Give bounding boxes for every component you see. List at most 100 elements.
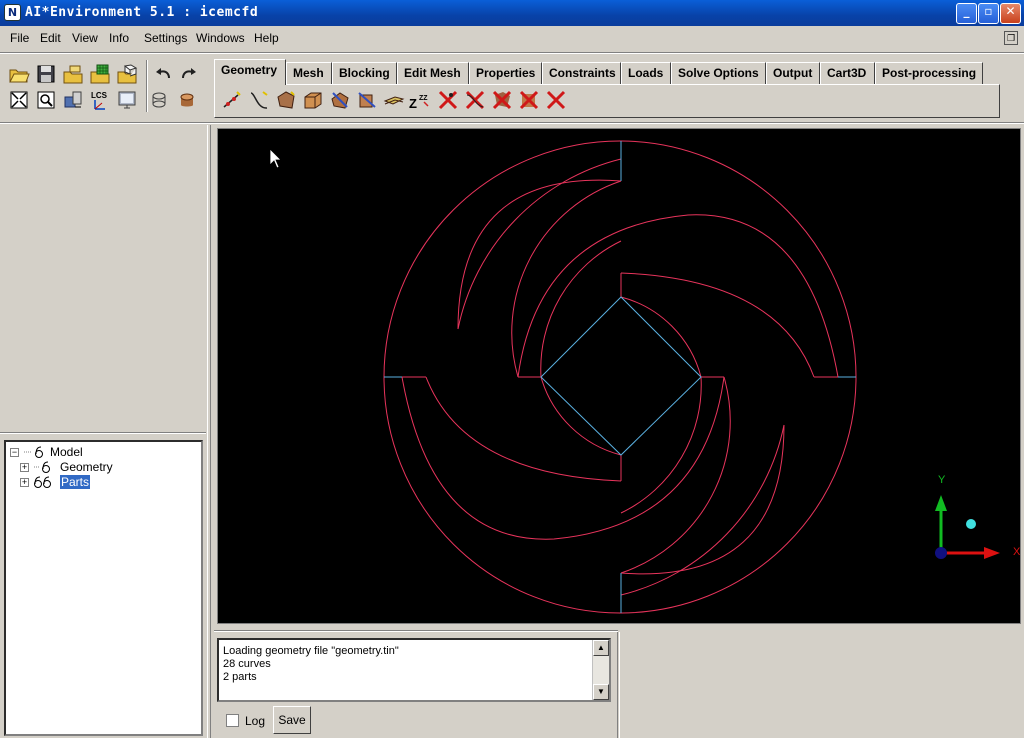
delete-surface-icon[interactable] (491, 89, 513, 111)
boundary-curves (384, 141, 856, 613)
menu-windows[interactable]: Windows (196, 31, 245, 45)
open-geometry-icon[interactable] (62, 63, 84, 85)
curve (425, 376, 622, 482)
tab-post-processing[interactable]: Post-processing (875, 62, 983, 84)
tree-label-geometry: Geometry (60, 460, 113, 474)
mouse-cursor (269, 148, 282, 169)
svg-text:ZZ: ZZ (419, 95, 428, 102)
maximize-button[interactable]: ▫ (978, 3, 999, 24)
create-body-icon[interactable] (302, 89, 324, 111)
save-button[interactable]: Save (273, 706, 311, 734)
repair-geometry-icon[interactable] (329, 89, 351, 111)
axis-y-label: Y (938, 474, 946, 486)
transform-geometry-icon[interactable] (356, 89, 378, 111)
curve (620, 376, 857, 614)
tab-loads[interactable]: Loads (621, 62, 671, 84)
app-icon: N (4, 4, 21, 21)
tab-edit-mesh[interactable]: Edit Mesh (397, 62, 469, 84)
screen-icon[interactable] (116, 89, 138, 111)
close-button[interactable]: ✕ (1000, 3, 1021, 24)
fit-window-icon[interactable] (8, 89, 30, 111)
eye-icon[interactable] (22, 445, 46, 459)
tab-output[interactable]: Output (766, 62, 820, 84)
curve (620, 376, 702, 514)
message-window: Loading geometry file "geometry.tin" 28 … (217, 638, 611, 702)
undo-icon[interactable] (152, 63, 174, 85)
svg-text:Z: Z (409, 96, 417, 111)
tab-cart3d[interactable]: Cart3D (820, 62, 875, 84)
geometry-curves (383, 140, 857, 614)
menu-bar: File Edit View Info Settings Windows Hel… (0, 28, 1024, 50)
tab-solve-options[interactable]: Solve Options (671, 62, 766, 84)
solid-icon[interactable] (178, 89, 204, 111)
create-point-icon[interactable] (221, 89, 243, 111)
create-curve-icon[interactable] (248, 89, 270, 111)
tree-node-model[interactable]: − Model (10, 445, 200, 460)
tree-node-parts[interactable]: + Parts (20, 475, 200, 490)
scroll-up-icon[interactable]: ▲ (593, 640, 609, 656)
open-blocking-icon[interactable] (116, 63, 138, 85)
menu-separator (0, 52, 1024, 54)
left-panel-splitter[interactable] (0, 432, 206, 434)
tab-blocking[interactable]: Blocking (332, 62, 397, 84)
zoom-box-icon[interactable] (35, 89, 57, 111)
message-line: Loading geometry file "geometry.tin" (223, 645, 399, 657)
tab-properties[interactable]: Properties (469, 62, 542, 84)
delete-curve-icon[interactable] (464, 89, 486, 111)
curve (620, 140, 857, 378)
wireframe-icon[interactable] (150, 89, 176, 111)
save-icon[interactable] (35, 63, 57, 85)
inner-square (540, 296, 702, 456)
eye-icon[interactable] (32, 460, 56, 474)
tree-label-model: Model (50, 445, 83, 459)
axis-x-label: X (1013, 546, 1020, 558)
message-scrollbar[interactable]: ▲ ▼ (592, 640, 609, 700)
message-frame-divider (617, 632, 620, 738)
open-folder-icon[interactable] (8, 63, 30, 85)
message-text: Loading geometry file "geometry.tin" 28 … (223, 645, 399, 684)
tab-geometry[interactable]: Geometry (214, 59, 286, 85)
title-bar[interactable]: N AI*Environment 5.1 : icemcfd _ ▫ ✕ (0, 0, 1024, 26)
message-line: 28 curves (223, 658, 271, 670)
edit-curve-icon[interactable] (383, 89, 405, 111)
vertical-splitter[interactable] (207, 125, 211, 738)
curve (457, 179, 622, 330)
curve (511, 180, 622, 378)
create-surface-icon[interactable] (275, 89, 297, 111)
redo-icon[interactable] (178, 63, 200, 85)
menu-settings[interactable]: Settings (144, 31, 187, 45)
toolbar-bottom-separator (0, 122, 1024, 124)
log-checkbox[interactable] (226, 714, 239, 727)
tab-mesh[interactable]: Mesh (286, 62, 332, 84)
graphics-viewport[interactable]: Y X (217, 128, 1021, 624)
message-splitter[interactable] (214, 630, 618, 632)
restore-dormant-icon[interactable]: Z ZZ (408, 89, 430, 111)
delete-body-icon[interactable] (518, 89, 540, 111)
local-coord-icon[interactable]: LCS (89, 89, 111, 111)
curve (383, 376, 622, 614)
curve (383, 140, 622, 378)
menu-info[interactable]: Info (109, 31, 129, 45)
window-title: AI*Environment 5.1 : icemcfd (25, 5, 259, 20)
eye-icon[interactable] (32, 475, 60, 489)
tab-constraints[interactable]: Constraints (542, 62, 621, 84)
curve (620, 376, 731, 574)
menu-edit[interactable]: Edit (40, 31, 61, 45)
minimize-button[interactable]: _ (956, 3, 977, 24)
message-line: 2 parts (223, 671, 257, 683)
log-label: Log (245, 714, 266, 728)
scroll-down-icon[interactable]: ▼ (593, 684, 609, 700)
menu-help[interactable]: Help (254, 31, 279, 45)
curve (620, 272, 815, 378)
measure-icon[interactable] (62, 89, 84, 111)
open-mesh-icon[interactable] (89, 63, 111, 85)
delete-any-icon[interactable] (545, 89, 567, 111)
svg-text:LCS: LCS (91, 91, 108, 100)
restore-child-window-icon[interactable]: ❐ (1004, 31, 1018, 45)
tree-node-geometry[interactable]: + Geometry (20, 460, 200, 475)
axis-triad: Y X (935, 474, 1020, 559)
menu-view[interactable]: View (72, 31, 98, 45)
menu-file[interactable]: File (10, 31, 29, 45)
delete-point-icon[interactable] (437, 89, 459, 111)
tree-label-parts: Parts (60, 475, 91, 489)
